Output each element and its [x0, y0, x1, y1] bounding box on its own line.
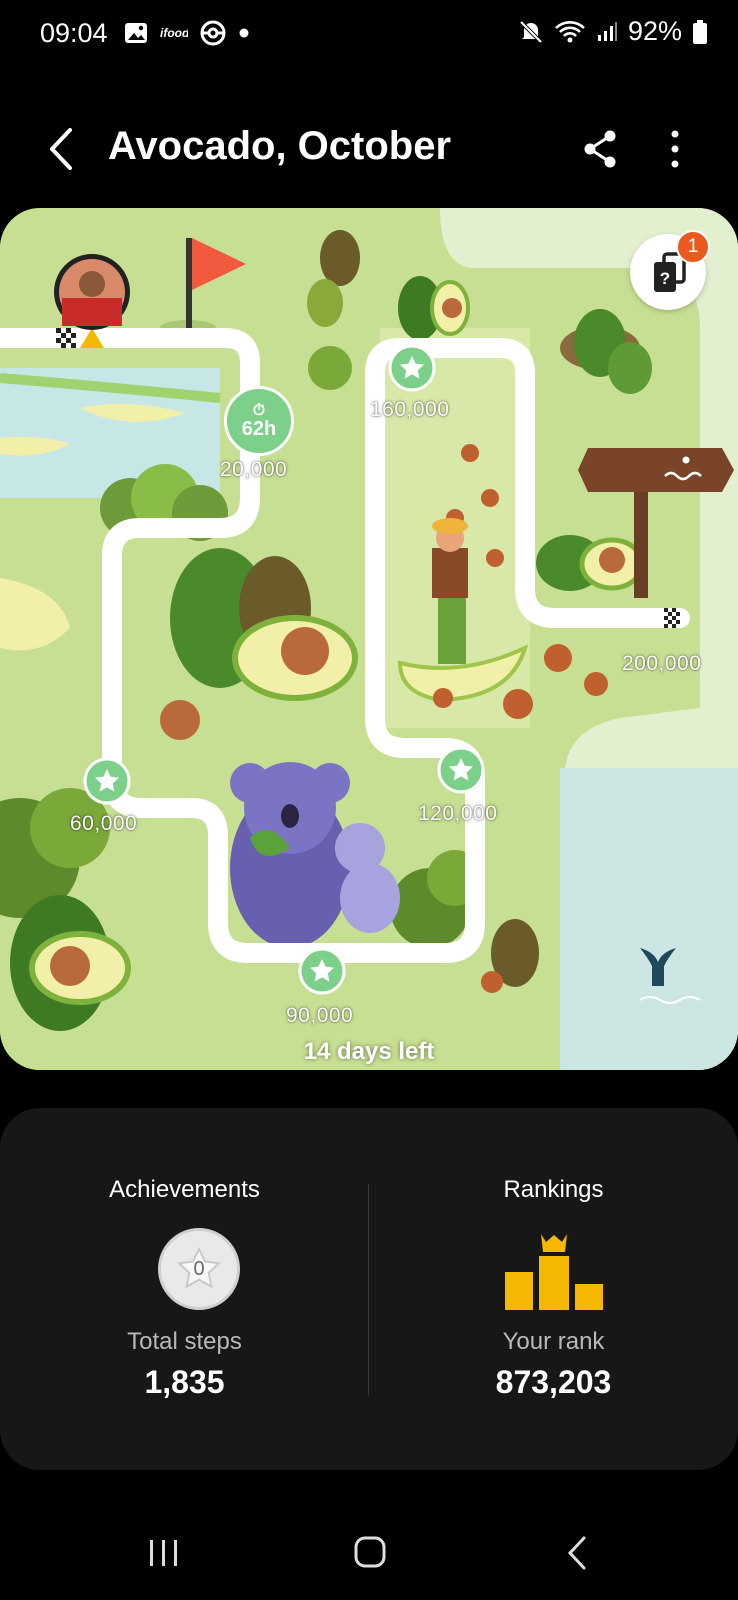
recent-apps-button[interactable]	[134, 1530, 194, 1576]
battery-icon	[693, 19, 707, 44]
share-button[interactable]	[580, 124, 620, 174]
milestone-label-60000: 60,000	[70, 812, 138, 835]
achievements-title: Achievements	[109, 1176, 260, 1203]
milestone-star-90000[interactable]	[298, 947, 346, 995]
milestone-star-60000[interactable]	[83, 757, 131, 805]
milestone-star-160000[interactable]	[388, 344, 436, 392]
finish-checker	[664, 608, 680, 628]
milestone-label-120000: 120,000	[418, 802, 498, 825]
your-rank-value: 873,203	[495, 1364, 612, 1400]
wifi-icon	[555, 20, 585, 42]
total-steps-label: Total steps	[127, 1328, 242, 1355]
days-left: 14 days left	[303, 1038, 435, 1065]
svg-text:?: ?	[660, 269, 670, 288]
mute-icon	[519, 20, 543, 43]
status-left-icons: ifood	[124, 20, 250, 46]
back-button[interactable]	[40, 122, 84, 176]
milestone-label-20000: 20,000	[220, 458, 288, 481]
image-icon	[125, 23, 147, 43]
notification-badge: 1	[676, 230, 710, 264]
stats-card: Achievements 0 Total steps 1,835 Ranking…	[0, 1108, 738, 1470]
rankings-title: Rankings	[503, 1176, 604, 1203]
podium-crown-icon	[505, 1234, 603, 1310]
start-checker	[56, 328, 76, 348]
milestone-label-200000: 200,000	[622, 652, 702, 675]
stopwatch-icon: ⏱	[252, 402, 266, 419]
total-steps-value: 1,835	[144, 1364, 225, 1400]
svg-text:ifood: ifood	[160, 26, 188, 40]
battery-percent: 92%	[627, 16, 682, 46]
milestone-label-160000: 160,000	[370, 398, 450, 421]
challenge-map[interactable]: ⏱ 62h 20,000 60,000 90,000 120,000 160,0…	[0, 208, 738, 1070]
milestone-label-90000: 90,000	[286, 1004, 354, 1027]
status-right: 92%	[518, 16, 708, 47]
signal-icon	[597, 21, 617, 41]
app-header: Avocado, October	[0, 100, 738, 200]
your-rank-label: Your rank	[502, 1328, 605, 1355]
achievements-count: 0	[193, 1257, 205, 1280]
achievements-section[interactable]: Achievements 0 Total steps 1,835	[0, 1108, 369, 1470]
rankings-section[interactable]: Rankings Your rank 873,203	[369, 1108, 738, 1470]
home-button[interactable]	[340, 1530, 400, 1576]
help-button[interactable]: ? 1	[630, 230, 710, 310]
timer-value: 62h	[241, 418, 277, 440]
ifood-icon: ifood	[160, 26, 188, 40]
status-bar: 09:04 ifood 92%	[0, 0, 738, 70]
dot-icon	[239, 28, 249, 38]
page-title: Avocado, October	[108, 124, 452, 168]
pokeball-icon	[200, 20, 226, 46]
achievement-star-badge: 0	[158, 1228, 240, 1310]
timer-milestone[interactable]: ⏱ 62h	[224, 386, 294, 456]
milestone-star-120000[interactable]	[437, 746, 485, 794]
system-nav-bar	[0, 1510, 738, 1600]
map-illustration	[0, 208, 738, 1070]
more-options-button[interactable]	[660, 124, 690, 174]
system-back-button[interactable]	[548, 1530, 608, 1576]
status-time: 09:04	[40, 18, 108, 48]
